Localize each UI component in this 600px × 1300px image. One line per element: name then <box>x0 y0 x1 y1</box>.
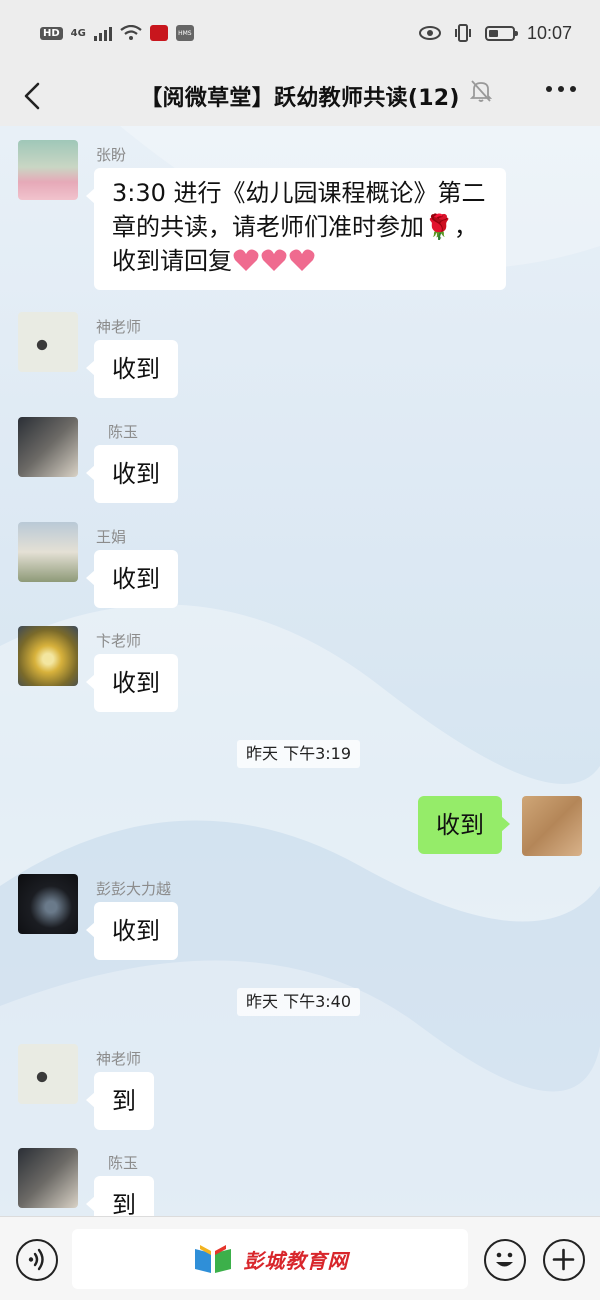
timestamp: 昨天 下午3:40 <box>237 988 361 1016</box>
message-bubble[interactable]: 收到 <box>86 445 178 503</box>
watermark-text: 彭城教育网 <box>243 1248 349 1273</box>
network-type: 4G <box>70 27 86 39</box>
eye-icon <box>418 26 441 40</box>
sender-name: 神老师 <box>96 318 142 336</box>
hms-app-icon: HMS <box>175 25 194 41</box>
plus-icon[interactable] <box>543 1239 585 1281</box>
mute-bell-icon <box>470 80 492 102</box>
avatar[interactable] <box>18 1044 78 1104</box>
message-bubble[interactable]: 收到 <box>86 340 178 398</box>
message-bubble[interactable]: 收到 <box>86 654 178 712</box>
message-bubble[interactable]: 到 <box>86 1072 154 1130</box>
sender-name: 王娟 <box>96 528 127 546</box>
chat-area[interactable]: 张盼 3:30 进行《幼儿园课程概论》第二 章的共读，请老师们准时参加🌹， 收到… <box>0 126 600 1216</box>
avatar[interactable] <box>18 312 78 372</box>
message-bubble[interactable]: 收到 <box>418 796 510 854</box>
avatar[interactable] <box>18 626 78 686</box>
more-dots-icon[interactable] <box>546 86 576 92</box>
book-logo-icon <box>194 1245 231 1273</box>
chat-title: 【阅微草堂】跃幼教师共读(12) <box>140 86 460 111</box>
emoji-icon[interactable] <box>484 1239 526 1281</box>
heart-icon <box>232 247 260 282</box>
back-arrow-icon[interactable] <box>18 80 48 112</box>
message-text: 章的共读，请老师们准时参加🌹， <box>112 213 478 241</box>
vibrate-icon <box>454 24 471 42</box>
chat-header: 【阅微草堂】跃幼教师共读(12) <box>0 66 600 126</box>
avatar[interactable] <box>18 1148 78 1208</box>
wifi-icon <box>120 25 142 40</box>
avatar[interactable] <box>522 796 582 856</box>
heart-icon <box>288 247 316 282</box>
hd-badge: HD <box>40 26 63 40</box>
message-bubble[interactable]: 到 <box>86 1176 154 1216</box>
sender-name: 张盼 <box>96 146 127 164</box>
message-bubble[interactable]: 收到 <box>86 550 178 608</box>
avatar[interactable] <box>18 140 78 200</box>
message-text: 收到请回复 <box>112 244 488 282</box>
timestamp: 昨天 下午3:19 <box>237 740 361 768</box>
sender-name: 彭彭大力越 <box>96 880 172 898</box>
sender-name: 陈玉 <box>108 1154 139 1172</box>
message-bubble[interactable]: 3:30 进行《幼儿园课程概论》第二 章的共读，请老师们准时参加🌹， 收到请回复 <box>86 168 506 290</box>
message-bubble[interactable]: 收到 <box>86 902 178 960</box>
message-text: 3:30 进行《幼儿园课程概论》第二 <box>112 179 486 207</box>
status-bar: HD 4G HMS 10:07 <box>0 0 600 66</box>
news-app-icon <box>149 25 168 41</box>
clock: 10:07 <box>526 22 572 43</box>
voice-icon[interactable] <box>16 1239 58 1281</box>
sender-name: 卞老师 <box>96 632 142 650</box>
avatar[interactable] <box>18 874 78 934</box>
input-bar: 彭城教育网 <box>0 1216 600 1300</box>
avatar[interactable] <box>18 417 78 477</box>
sender-name: 神老师 <box>96 1050 142 1068</box>
sender-name: 陈玉 <box>108 423 139 441</box>
avatar[interactable] <box>18 522 78 582</box>
battery-icon <box>484 25 518 41</box>
heart-icon <box>260 247 288 282</box>
signal-icon <box>93 25 112 41</box>
message-input[interactable]: 彭城教育网 <box>72 1229 468 1289</box>
